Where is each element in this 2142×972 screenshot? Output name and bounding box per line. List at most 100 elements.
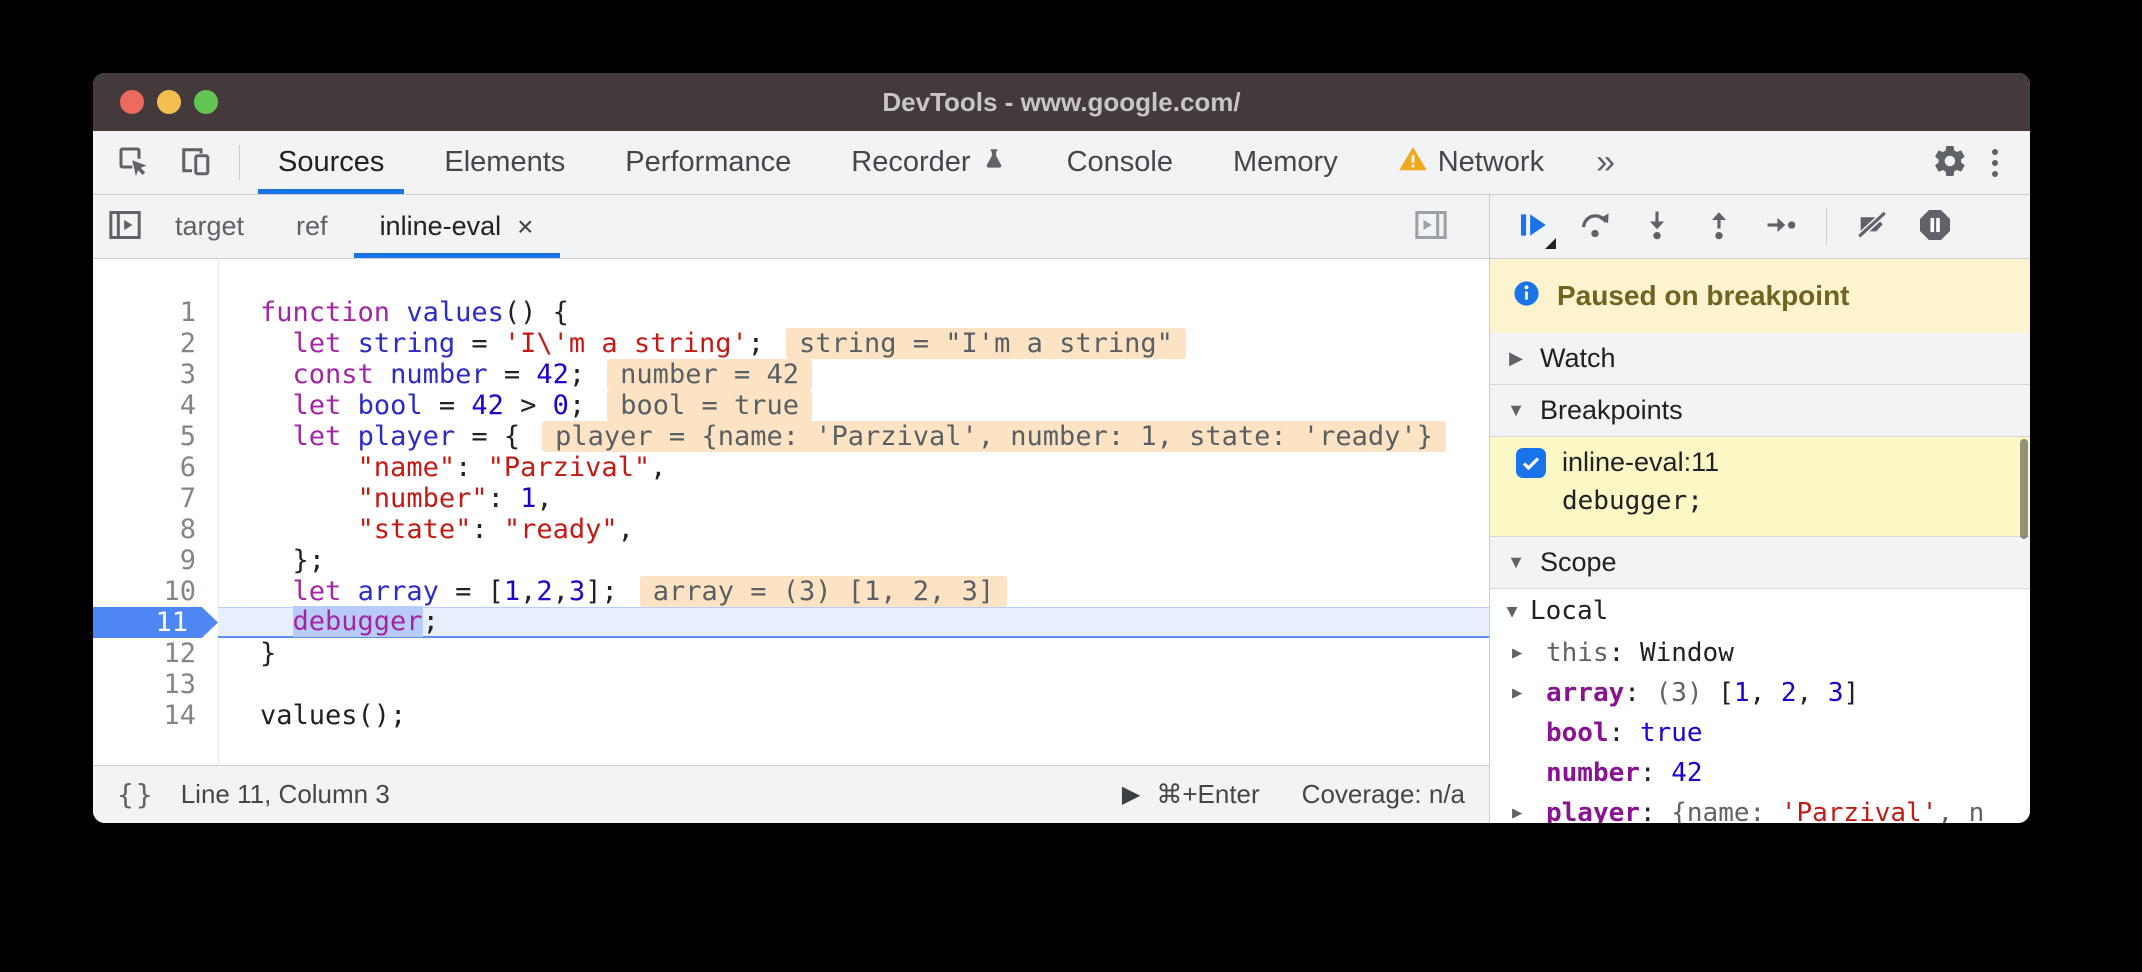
line-number[interactable]: 3 [93,359,218,390]
line-number[interactable]: 5 [93,421,218,452]
deactivate-breakpoints-button[interactable] [1855,208,1889,245]
file-tab-target[interactable]: target [149,195,270,258]
inline-eval-value: array = (3) [1, 2, 3] [640,576,1007,607]
code-text: let bool = 42 > 0;bool = true [218,390,1489,421]
line-number[interactable]: 1 [93,297,218,328]
panel-right-icon [1411,205,1451,248]
window-title: DevTools - www.google.com/ [93,87,2030,118]
breakpoint-snippet: debugger; [1562,486,2030,516]
code-line-7[interactable]: 7 "number": 1, [93,483,1489,514]
scope-var-bool[interactable]: bool: true [1490,713,2030,753]
line-number[interactable]: 4 [93,390,218,421]
toggle-navigator-button[interactable] [101,195,149,258]
line-number[interactable]: 12 [93,638,218,669]
resume-button[interactable] [1516,208,1550,245]
more-options-button[interactable] [1978,143,2012,183]
main-toolbar: Sources Elements Performance Recorder Co… [93,131,2030,195]
code-line-13[interactable]: 13 [93,669,1489,700]
tab-console[interactable]: Console [1037,131,1203,194]
scope-var-number[interactable]: number: 42 [1490,753,2030,793]
code-text: const number = 42;number = 42 [218,359,1489,390]
close-tab-icon[interactable]: × [517,211,533,243]
tab-elements[interactable]: Elements [414,131,595,194]
step-out-icon [1702,208,1736,245]
line-number[interactable]: 9 [93,545,218,576]
deactivate-breakpoints-icon [1855,208,1889,245]
inspect-element-button[interactable] [111,139,155,186]
line-number[interactable]: 6 [93,452,218,483]
breakpoint-entry[interactable]: inline-eval:11 debugger; [1490,437,2030,537]
step-into-button[interactable] [1640,208,1674,245]
tab-performance[interactable]: Performance [595,131,821,194]
expand-arrow-icon[interactable]: ▶ [1512,683,1546,703]
breakpoint-location: inline-eval:11 [1562,447,1719,478]
step-out-button[interactable] [1702,208,1736,245]
scope-var-array[interactable]: ▶array: (3) [1, 2, 3] [1490,673,2030,713]
code-line-3[interactable]: 3 const number = 42;number = 42 [93,359,1489,390]
code-line-1[interactable]: 1function values() { [93,297,1489,328]
line-number[interactable]: 13 [93,669,218,700]
line-number[interactable]: 10 [93,576,218,607]
expand-arrow-icon[interactable]: ▶ [1512,803,1546,823]
code-text: }; [218,545,1489,576]
tab-network[interactable]: Network [1368,131,1574,194]
chevron-double-right-icon: » [1596,143,1615,182]
device-toolbar-button[interactable] [173,139,217,186]
file-tab-inline-eval[interactable]: inline-eval × [354,195,560,258]
tab-recorder[interactable]: Recorder [821,131,1036,194]
settings-button[interactable] [1928,139,1972,186]
code-line-9[interactable]: 9 }; [93,545,1489,576]
scope-var-player[interactable]: ▶player: {name: 'Parzival', n [1490,793,2030,823]
section-scope[interactable]: ▼ Scope [1490,537,2030,589]
file-tab-bar: target ref inline-eval × [93,195,1489,259]
pretty-print-icon[interactable]: {} [117,778,155,811]
pause-on-exceptions-button[interactable] [1917,207,1953,246]
var-name: array [1546,678,1624,708]
toggle-debugger-sidebar-button[interactable] [1407,201,1455,252]
code-text: values(); [218,700,1489,731]
code-text: let array = [1,2,3];array = (3) [1, 2, 3… [218,576,1489,607]
code-line-10[interactable]: 10 let array = [1,2,3];array = (3) [1, 2… [93,576,1489,607]
inspect-cursor-icon [115,143,151,182]
sources-pane: target ref inline-eval × 1function value… [93,195,1490,823]
tab-sources[interactable]: Sources [248,131,414,194]
code-text: function values() { [218,297,1489,328]
tab-memory[interactable]: Memory [1203,131,1368,194]
code-line-12[interactable]: 12} [93,638,1489,669]
line-number[interactable]: 7 [93,483,218,514]
gear-icon [1932,143,1968,182]
more-tabs-button[interactable]: » [1574,131,1637,194]
scope-group-local[interactable]: ▼ Local [1490,589,2030,633]
line-number[interactable]: 8 [93,514,218,545]
breakpoint-checkbox[interactable] [1516,448,1546,478]
var-value: {name: 'Parzival', n [1671,798,1984,823]
line-number[interactable]: 2 [93,328,218,359]
scope-var-this[interactable]: ▶this: Window [1490,633,2030,673]
code-line-6[interactable]: 6 "name": "Parzival", [93,452,1489,483]
code-line-8[interactable]: 8 "state": "ready", [93,514,1489,545]
device-toolbar-icon [177,143,213,182]
code-line-4[interactable]: 4 let bool = 42 > 0;bool = true [93,390,1489,421]
step-button[interactable] [1764,208,1798,245]
code-line-2[interactable]: 2 let string = 'I\'m a string';string = … [93,328,1489,359]
code-text: let player = {player = {name: 'Parzival'… [218,421,1489,452]
scrollbar-thumb[interactable] [2020,439,2028,539]
info-icon [1512,279,1541,313]
var-name: player [1546,798,1640,823]
section-breakpoints[interactable]: ▼ Breakpoints [1490,385,2030,437]
file-tab-ref[interactable]: ref [270,195,354,258]
expand-arrow-icon[interactable]: ▶ [1512,643,1546,663]
section-watch[interactable]: ▶ Watch [1490,333,2030,385]
var-name: number [1546,758,1640,788]
code-text [218,669,1489,700]
controls-divider [1826,209,1827,245]
execution-line-badge[interactable]: 11 [93,607,218,638]
code-line-11[interactable]: 11 debugger; [93,607,1489,638]
line-number[interactable]: 14 [93,700,218,731]
run-shortcut: ⌘+Enter [1156,779,1259,810]
step-over-button[interactable] [1578,208,1612,245]
code-line-14[interactable]: 14values(); [93,700,1489,731]
code-line-5[interactable]: 5 let player = {player = {name: 'Parziva… [93,421,1489,452]
code-text: let string = 'I\'m a string';string = "I… [218,328,1489,359]
code-editor[interactable]: 1function values() {2 let string = 'I\'m… [93,259,1489,765]
